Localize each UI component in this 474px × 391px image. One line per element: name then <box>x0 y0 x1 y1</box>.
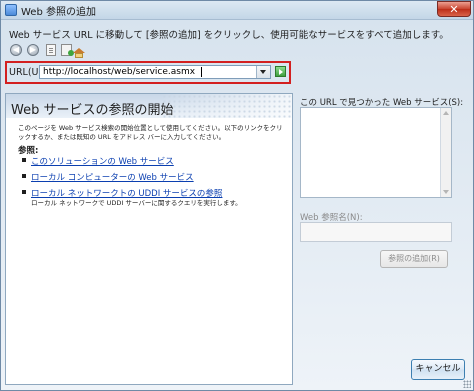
app-icon <box>5 4 17 16</box>
forward-arrow-icon: ▶ <box>27 44 39 56</box>
page-title: Web サービスの参照の開始 <box>11 103 174 118</box>
close-button[interactable]: ✕ <box>437 1 471 17</box>
title-bar: Web 参照の追加 ✕ <box>1 1 473 20</box>
found-services-list[interactable] <box>300 107 452 198</box>
uddi-services-link[interactable]: ローカル ネットワークトの UDDI サービスの参照 <box>31 189 222 199</box>
go-button[interactable] <box>275 66 286 77</box>
stop-button[interactable] <box>44 43 58 57</box>
list-item: このソリューションの Web サービス <box>22 155 242 167</box>
home-icon <box>73 47 85 58</box>
browser-pane: Web サービスの参照の開始 このページを Web サービス検索の開始位置として… <box>5 93 293 385</box>
refresh-icon <box>60 44 74 56</box>
refresh-button[interactable] <box>59 43 74 57</box>
text-caret <box>201 67 202 77</box>
add-reference-button[interactable]: 参照の追加(R) <box>380 250 448 268</box>
back-button[interactable]: ◀ <box>9 43 23 57</box>
resize-grip[interactable] <box>463 380 471 388</box>
window-title: Web 参照の追加 <box>21 7 96 18</box>
reference-name-input[interactable] <box>300 222 452 242</box>
reference-links-list: このソリューションの Web サービス ローカル コンピューターの Web サー… <box>22 155 242 211</box>
add-web-reference-dialog: Web 参照の追加 ✕ Web サービス URL に移動して [参照の追加] を… <box>0 0 474 391</box>
chevron-down-icon[interactable] <box>256 66 270 78</box>
page-icon <box>46 44 56 56</box>
uddi-description: ローカル ネットワークで UDDI サーバーに関するクエリを実行します。 <box>31 199 242 207</box>
solution-services-link[interactable]: このソリューションの Web サービス <box>31 157 174 167</box>
back-arrow-icon: ◀ <box>10 44 22 56</box>
forward-button[interactable]: ▶ <box>26 43 40 57</box>
intro-text: このページを Web サービス検索の開始位置として使用してください。以下のリンク… <box>18 124 283 141</box>
list-item: ローカル コンピューターの Web サービス <box>22 171 242 183</box>
banner-dots-decoration <box>162 94 292 118</box>
url-combobox[interactable] <box>39 65 271 79</box>
url-input[interactable] <box>41 66 257 78</box>
list-item: ローカル ネットワークトの UDDI サービスの参照 ローカル ネットワークで … <box>22 187 242 207</box>
cancel-button[interactable]: キャンセル <box>411 359 465 380</box>
home-button[interactable] <box>72 43 86 58</box>
local-services-link[interactable]: ローカル コンピューターの Web サービス <box>31 173 194 183</box>
close-icon: ✕ <box>449 3 459 16</box>
scrollbar[interactable] <box>440 108 451 197</box>
instruction-text: Web サービス URL に移動して [参照の追加] をクリックし、使用可能なサ… <box>9 30 449 41</box>
